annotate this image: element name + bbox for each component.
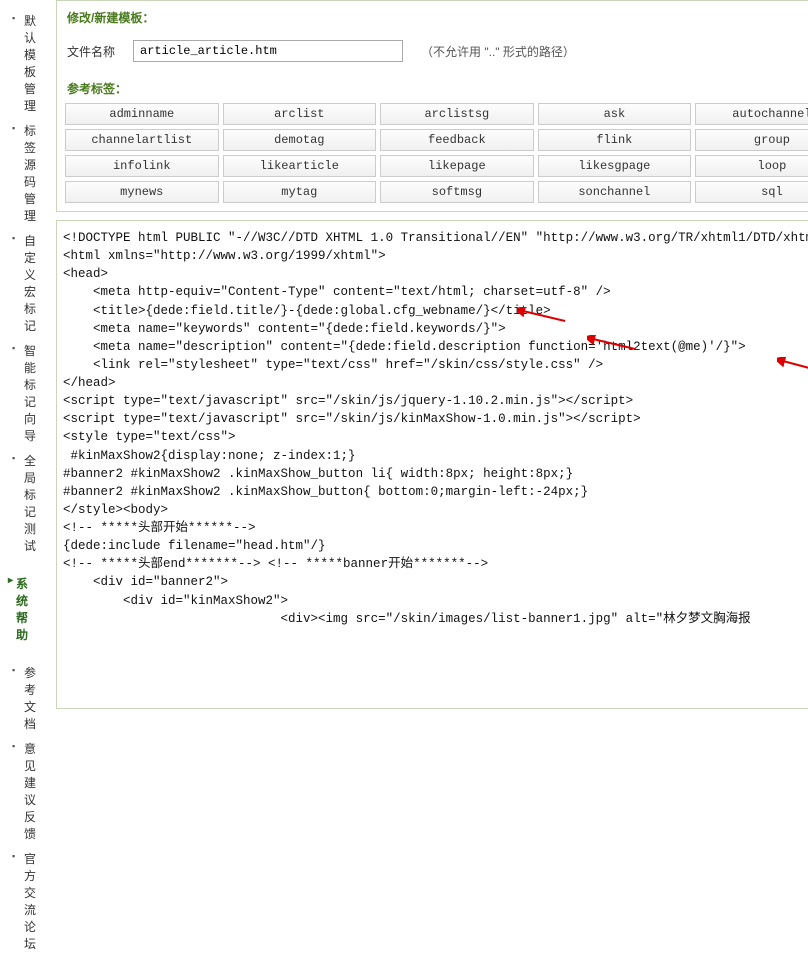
tag-sql[interactable]: sql xyxy=(695,181,808,203)
tag-adminname[interactable]: adminname xyxy=(65,103,219,125)
tag-loop[interactable]: loop xyxy=(695,155,808,177)
sidebar-item-reference-doc[interactable]: 参考文档 xyxy=(8,660,36,736)
file-name-hint: （不允许用 ".." 形式的路径） xyxy=(421,43,575,60)
tag-ask[interactable]: ask xyxy=(538,103,692,125)
reference-tags-grid: adminname arclist arclistsg ask autochan… xyxy=(57,101,808,211)
tag-demotag[interactable]: demotag xyxy=(223,129,377,151)
template-edit-panel: 修改/新建模板： 文件名称 （不允许用 ".." 形式的路径） 参考标签： ad… xyxy=(56,0,808,212)
code-editor[interactable]: <!DOCTYPE html PUBLIC "-//W3C//DTD XHTML… xyxy=(56,220,808,709)
sidebar-group-1: 默认模板管理 标签源码管理 自定义宏标记 智能标记向导 全局标记测试 xyxy=(8,8,36,558)
tag-group[interactable]: group xyxy=(695,129,808,151)
sidebar-item-smart-tag-wizard[interactable]: 智能标记向导 xyxy=(8,338,36,448)
tag-arclistsg[interactable]: arclistsg xyxy=(380,103,534,125)
sidebar-header-help[interactable]: 系统帮助 xyxy=(8,571,36,647)
tag-sonchannel[interactable]: sonchannel xyxy=(538,181,692,203)
sidebar-item-feedback[interactable]: 意见建议反馈 xyxy=(8,736,36,846)
tag-likearticle[interactable]: likearticle xyxy=(223,155,377,177)
tag-feedback[interactable]: feedback xyxy=(380,129,534,151)
reference-tags-title: 参考标签： xyxy=(57,72,808,101)
section-title: 修改/新建模板： xyxy=(57,1,808,34)
file-name-label: 文件名称 xyxy=(67,43,115,60)
tag-flink[interactable]: flink xyxy=(538,129,692,151)
sidebar-group-2: 参考文档 意见建议反馈 官方交流论坛 xyxy=(8,660,36,956)
tag-arclist[interactable]: arclist xyxy=(223,103,377,125)
sidebar-item-global-tag-test[interactable]: 全局标记测试 xyxy=(8,448,36,558)
file-name-row: 文件名称 （不允许用 ".." 形式的路径） xyxy=(57,34,808,72)
tag-channelartlist[interactable]: channelartlist xyxy=(65,129,219,151)
sidebar-group-help: 系统帮助 xyxy=(8,571,36,647)
annotation-arrow-3 xyxy=(777,321,808,418)
tag-softmsg[interactable]: softmsg xyxy=(380,181,534,203)
sidebar: 默认模板管理 标签源码管理 自定义宏标记 智能标记向导 全局标记测试 系统帮助 … xyxy=(0,0,36,970)
sidebar-item-custom-macro[interactable]: 自定义宏标记 xyxy=(8,228,36,338)
main-content: 修改/新建模板： 文件名称 （不允许用 ".." 形式的路径） 参考标签： ad… xyxy=(36,0,808,970)
tag-mynews[interactable]: mynews xyxy=(65,181,219,203)
tag-autochannel[interactable]: autochannel xyxy=(695,103,808,125)
tag-mytag[interactable]: mytag xyxy=(223,181,377,203)
tag-likesgpage[interactable]: likesgpage xyxy=(538,155,692,177)
tag-infolink[interactable]: infolink xyxy=(65,155,219,177)
sidebar-item-official-forum[interactable]: 官方交流论坛 xyxy=(8,846,36,956)
sidebar-item-default-template[interactable]: 默认模板管理 xyxy=(8,8,36,118)
sidebar-item-tag-source[interactable]: 标签源码管理 xyxy=(8,118,36,228)
file-name-input[interactable] xyxy=(133,40,403,62)
tag-likepage[interactable]: likepage xyxy=(380,155,534,177)
